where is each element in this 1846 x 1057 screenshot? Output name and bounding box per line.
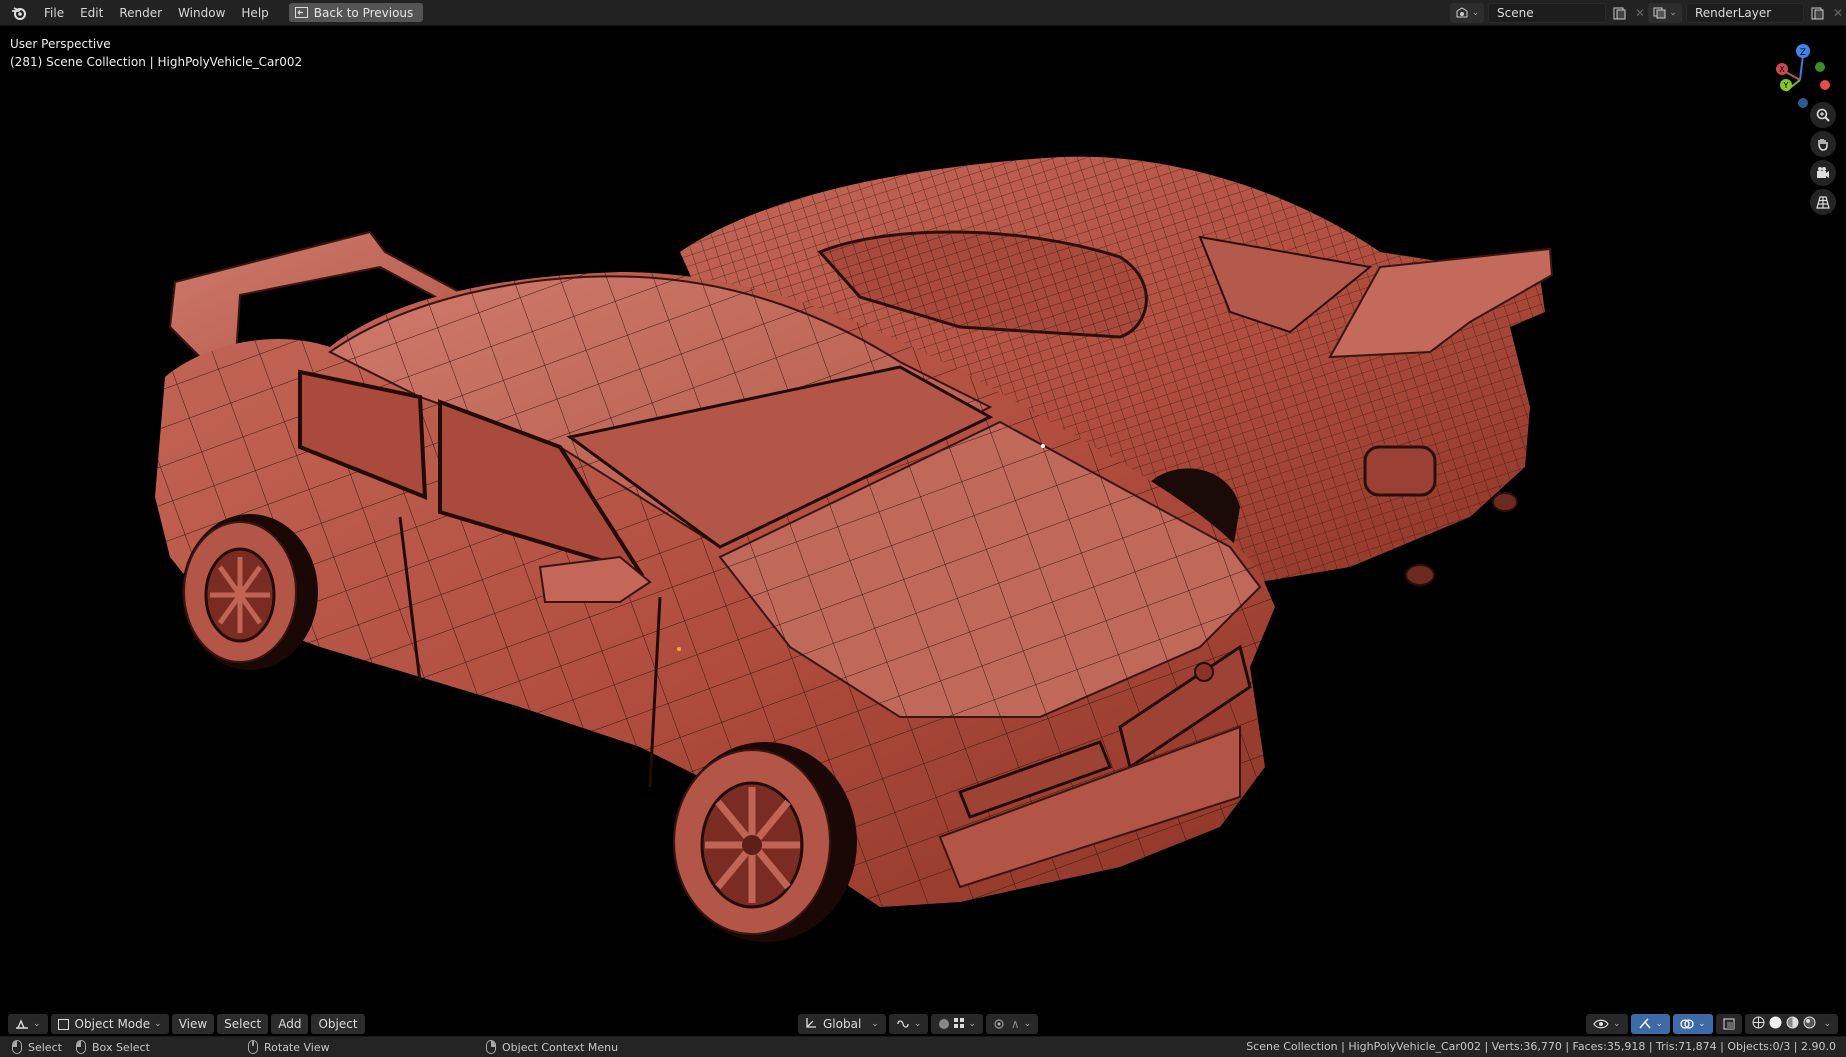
menu-file[interactable]: File bbox=[36, 3, 72, 23]
status-context-menu: Object Context Menu bbox=[486, 1040, 618, 1054]
status-rotate-view: Rotate View bbox=[248, 1040, 330, 1054]
viewport-info: User Perspective (281) Scene Collection … bbox=[10, 35, 302, 71]
status-box-select: Box Select bbox=[76, 1040, 150, 1054]
shading-solid-icon[interactable] bbox=[1769, 1016, 1782, 1032]
transform-tools: Global ⌄ ⌄ ⌄ ∧ ⌄ bbox=[798, 1014, 1041, 1034]
close-icon[interactable]: ✕ bbox=[1632, 3, 1648, 23]
object-mode-label: Object Mode bbox=[74, 1017, 151, 1031]
scene-icon[interactable]: ⌄ bbox=[1450, 3, 1484, 23]
menu-edit[interactable]: Edit bbox=[72, 3, 111, 23]
shading-wire-icon[interactable] bbox=[1752, 1016, 1765, 1032]
viewport-header: ⌄ Object Mode ⌄ View Select Add Object G… bbox=[0, 1013, 1846, 1035]
menu-view[interactable]: View bbox=[171, 1014, 215, 1034]
scene-name-field[interactable]: Scene bbox=[1488, 3, 1606, 23]
status-select: Select bbox=[12, 1040, 62, 1054]
shading-render-icon[interactable] bbox=[1803, 1016, 1816, 1032]
camera-icon[interactable] bbox=[1810, 160, 1836, 186]
menu-help[interactable]: Help bbox=[233, 3, 276, 23]
scene-statistics: Scene Collection | HighPolyVehicle_Car00… bbox=[1246, 1040, 1836, 1053]
grid-icon[interactable] bbox=[1810, 189, 1836, 215]
status-box-select-label: Box Select bbox=[92, 1040, 150, 1054]
axis-z-label: Z bbox=[1800, 48, 1806, 58]
new-scene-icon[interactable] bbox=[1610, 3, 1628, 23]
menu-add[interactable]: Add bbox=[271, 1014, 309, 1034]
menu-select[interactable]: Select bbox=[217, 1014, 269, 1034]
object-mode-dropdown[interactable]: Object Mode ⌄ bbox=[50, 1014, 169, 1034]
3d-viewport[interactable]: User Perspective (281) Scene Collection … bbox=[0, 27, 1846, 1029]
overlay-icon[interactable]: ⌄ bbox=[1673, 1014, 1713, 1034]
status-bar: Select Box Select Rotate View Object Con… bbox=[0, 1036, 1846, 1057]
back-icon bbox=[294, 7, 308, 18]
status-select-label: Select bbox=[28, 1040, 62, 1054]
zoom-icon[interactable] bbox=[1810, 102, 1836, 128]
front-wheel[interactable] bbox=[673, 742, 857, 942]
pivot-icon[interactable]: ⌄ bbox=[888, 1014, 929, 1034]
close-icon[interactable]: ✕ bbox=[1830, 3, 1846, 23]
orientation-label: Global bbox=[823, 1017, 862, 1031]
status-context-label: Object Context Menu bbox=[502, 1040, 619, 1054]
scene-selector: ⌄ Scene ✕ bbox=[1450, 3, 1648, 23]
editor-type-icon[interactable]: ⌄ bbox=[8, 1014, 48, 1034]
back-label: Back to Previous bbox=[313, 5, 414, 20]
display-tools: ⌄ ⌄ ⌄ ⌄ bbox=[1586, 1014, 1841, 1034]
render-layer-selector: ⌄ RenderLayer ✕ bbox=[1648, 3, 1846, 23]
perspective-label: User Perspective bbox=[10, 37, 111, 51]
snap-icon[interactable]: ⌄ bbox=[931, 1014, 983, 1034]
mouse-middle-icon bbox=[248, 1040, 258, 1054]
blender-logo-icon[interactable] bbox=[8, 2, 30, 24]
back-to-previous-button[interactable]: Back to Previous bbox=[288, 3, 424, 22]
menu-object[interactable]: Object bbox=[311, 1014, 365, 1034]
menu-window[interactable]: Window bbox=[170, 3, 233, 23]
axis-y-label: Y bbox=[1783, 81, 1789, 90]
gizmo-icon[interactable]: ⌄ bbox=[1630, 1014, 1671, 1034]
proportional-icon[interactable]: ∧ ⌄ bbox=[985, 1014, 1039, 1034]
visibility-icon[interactable]: ⌄ bbox=[1586, 1014, 1628, 1034]
shading-material-icon[interactable] bbox=[1786, 1016, 1799, 1032]
object-origin bbox=[677, 647, 681, 651]
mouse-left-drag-icon bbox=[76, 1040, 86, 1054]
viewport-scene bbox=[155, 156, 1554, 942]
new-render-layer-icon[interactable] bbox=[1808, 3, 1826, 23]
main-menu: File Edit Render Window Help bbox=[36, 3, 277, 23]
rear-wheel[interactable] bbox=[182, 514, 318, 670]
top-bar: File Edit Render Window Help Back to Pre… bbox=[0, 0, 1846, 26]
axis-x-label: X bbox=[1779, 65, 1785, 74]
hand-icon[interactable] bbox=[1810, 131, 1836, 157]
status-rotate-label: Rotate View bbox=[264, 1040, 330, 1054]
render-layer-field[interactable]: RenderLayer bbox=[1686, 3, 1804, 23]
xray-icon[interactable] bbox=[1715, 1014, 1742, 1034]
collection-path: (281) Scene Collection | HighPolyVehicle… bbox=[10, 55, 303, 69]
3d-cursor bbox=[1041, 444, 1045, 448]
mouse-left-icon bbox=[12, 1040, 22, 1054]
render-layer-icon[interactable]: ⌄ bbox=[1648, 3, 1682, 23]
shading-modes: ⌄ bbox=[1744, 1014, 1839, 1034]
mouse-right-icon bbox=[486, 1040, 496, 1054]
orientation-dropdown[interactable]: Global ⌄ bbox=[798, 1014, 886, 1034]
object-mode-icon bbox=[57, 1018, 69, 1030]
menu-render[interactable]: Render bbox=[111, 3, 170, 23]
orientation-icon bbox=[805, 1017, 817, 1032]
